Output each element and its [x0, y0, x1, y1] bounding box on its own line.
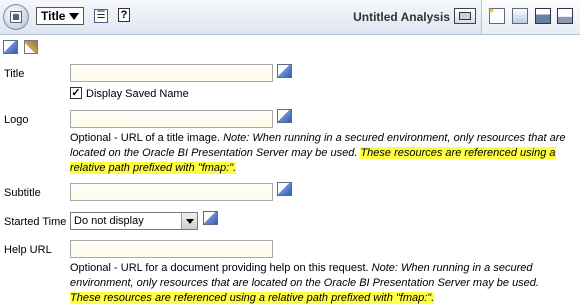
clear-format-icon[interactable]	[24, 40, 38, 54]
display-saved-name-label: Display Saved Name	[86, 88, 189, 100]
print-icon[interactable]	[557, 8, 573, 24]
subtitle-field[interactable]	[70, 183, 273, 201]
help-note-highlight: These resources are referenced using a r…	[70, 292, 435, 304]
save-icon[interactable]	[535, 8, 551, 24]
started-time-value: Do not display	[74, 215, 144, 227]
edit-text-icon[interactable]	[203, 211, 218, 225]
display-icon[interactable]	[454, 8, 476, 24]
chevron-down-icon[interactable]	[181, 213, 197, 229]
view-selector-label: Title	[41, 9, 66, 23]
started-time-select[interactable]: Do not display	[70, 212, 198, 230]
logo-note-plain: Optional - URL of a title image.	[70, 132, 224, 144]
started-time-label: Started Time	[4, 216, 67, 228]
view-selector[interactable]: Title	[36, 7, 84, 25]
title-label: Title	[4, 68, 25, 80]
open-icon[interactable]	[512, 8, 528, 24]
help-url-field[interactable]	[70, 240, 273, 258]
edit-text-icon[interactable]	[277, 182, 292, 196]
logo-label: Logo	[4, 114, 29, 126]
format-toolbar	[0, 35, 580, 57]
dropdown-arrow-icon	[69, 12, 80, 20]
help-icon[interactable]: ?	[118, 8, 130, 22]
logo-field[interactable]	[70, 110, 273, 128]
edit-text-icon[interactable]	[277, 64, 292, 78]
properties-icon[interactable]: ☰	[94, 9, 108, 23]
title-field[interactable]	[70, 64, 273, 82]
help-note-plain: Optional - URL for a document providing …	[70, 262, 372, 274]
analysis-icon[interactable]: ▦	[3, 4, 29, 30]
logo-note: Optional - URL of a title image. Note: W…	[70, 131, 570, 176]
help-note: Optional - URL for a document providing …	[70, 261, 570, 306]
subtitle-label: Subtitle	[4, 187, 41, 199]
edit-text-icon[interactable]	[277, 109, 292, 123]
edit-format-icon[interactable]	[3, 40, 18, 54]
help-url-label: Help URL	[4, 244, 52, 256]
new-icon[interactable]: ✶	[487, 6, 505, 24]
analysis-title: Untitled Analysis	[353, 10, 450, 24]
display-saved-name-checkbox[interactable]: ✓	[70, 87, 82, 99]
